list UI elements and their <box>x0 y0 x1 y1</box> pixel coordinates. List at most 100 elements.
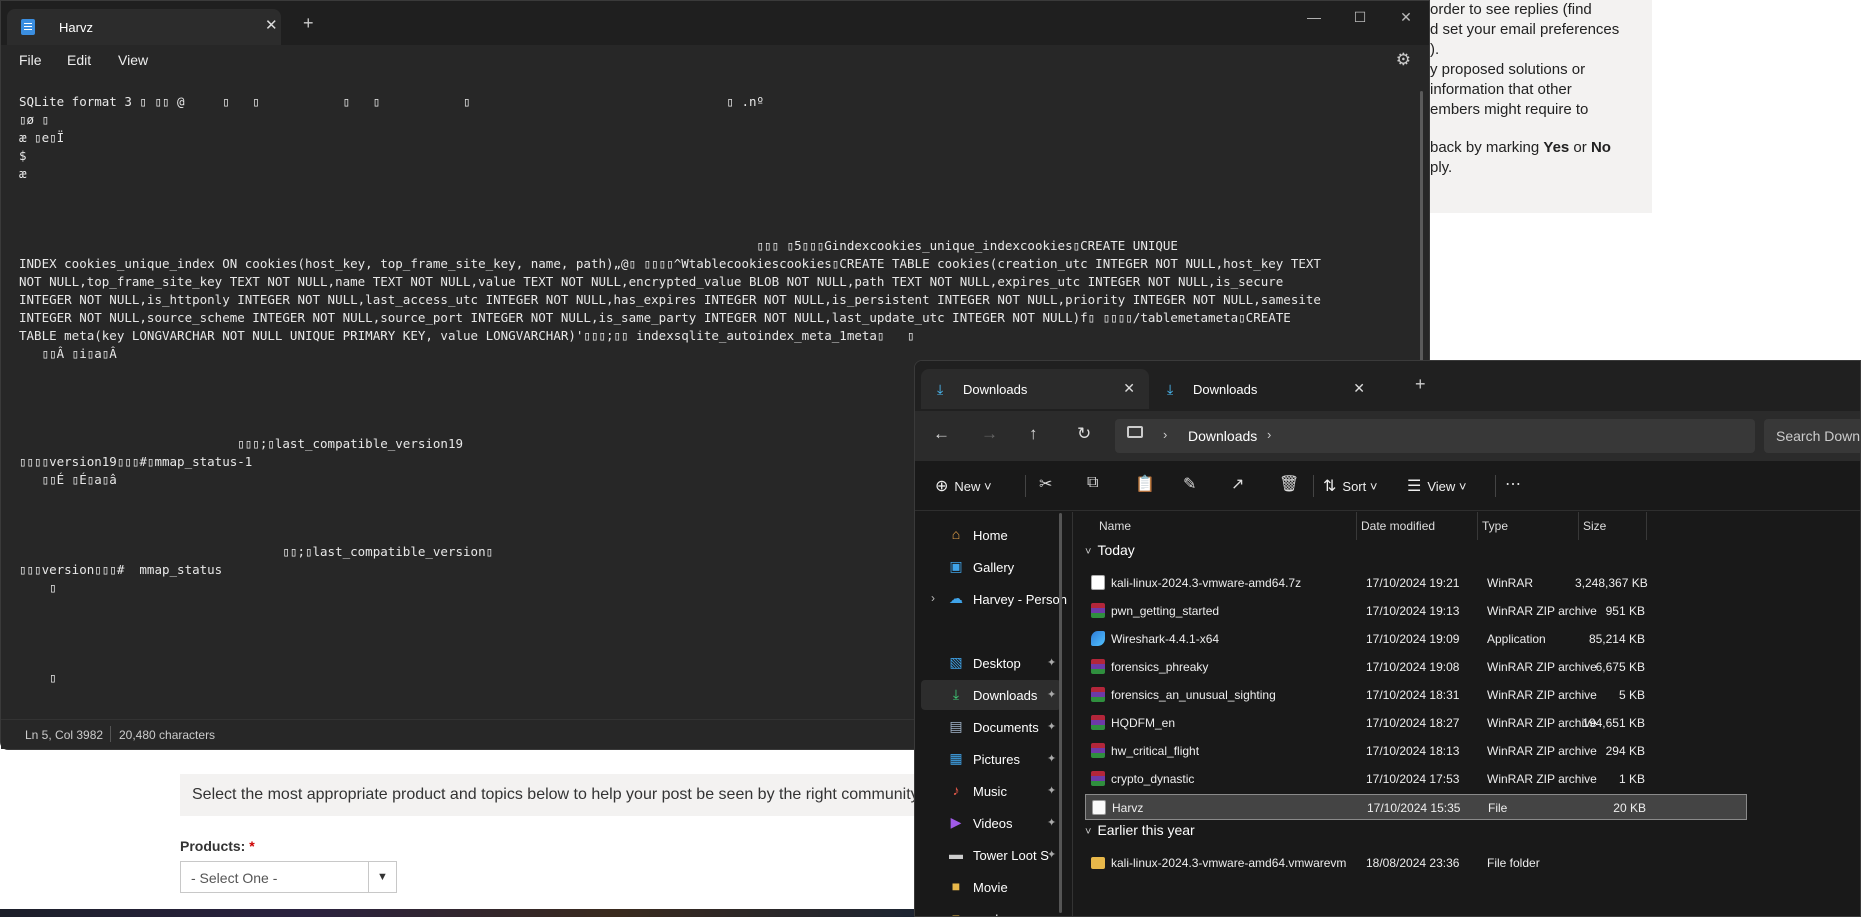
notepad-tab[interactable]: Harvz ✕ <box>7 9 281 45</box>
sidebar-item-label: Desktop <box>973 656 1021 671</box>
new-button[interactable]: ⊕ New ˅ <box>935 476 992 496</box>
column-divider[interactable] <box>1646 512 1647 540</box>
file-name: forensics_an_unusual_sighting <box>1111 688 1276 702</box>
sidebar-item-mods[interactable]: ■ mods <box>921 904 1061 916</box>
close-tab-icon[interactable]: ✕ <box>265 16 278 34</box>
file-row[interactable]: pwn_getting_started 17/10/2024 19:13 WinRA… <box>1085 598 1747 624</box>
group-header[interactable]: ˅ Earlier this year <box>1085 822 1195 838</box>
navigation-pane: ⌂ Home ▣ Gallery › ☁ Harvey - Person ▧ Desktop ✦ ⤓… <box>915 512 1070 916</box>
sidebar-item-desktop[interactable]: ▧ Desktop ✦ <box>921 648 1061 678</box>
copy-icon[interactable]: ⧉ <box>1087 474 1098 492</box>
column-header-type[interactable]: Type <box>1482 519 1508 533</box>
window-controls: — ☐ ✕ <box>1291 1 1429 33</box>
topic-selection-prompt: Select the most appropriate product and … <box>180 774 940 816</box>
sidebar-item-gallery[interactable]: ▣ Gallery <box>921 552 1061 582</box>
file-row[interactable]: crypto_dynastic 17/10/2024 17:53 WinRAR ZI… <box>1085 766 1747 792</box>
drive-icon: ▬ <box>949 846 963 862</box>
sidebar-item-tower-loot-s[interactable]: ▬ Tower Loot S ✦ <box>921 840 1061 870</box>
view-button[interactable]: ☰ View ˅ <box>1407 476 1467 496</box>
refresh-icon[interactable]: ↻ <box>1077 424 1091 444</box>
chevron-down-icon[interactable]: ˅ <box>1085 826 1091 838</box>
settings-gear-icon[interactable]: ⚙ <box>1396 50 1411 70</box>
new-tab-button[interactable]: + <box>1415 375 1426 393</box>
breadcrumb-downloads[interactable]: Downloads <box>1188 428 1257 444</box>
file-file-icon <box>1092 800 1106 815</box>
file-date: 18/08/2024 23:36 <box>1366 856 1460 870</box>
gallery-icon: ▣ <box>949 558 963 574</box>
explorer-tab-downloads-2[interactable]: ⤓ Downloads ✕ <box>1151 369 1379 409</box>
help-text-line: ). <box>1430 41 1440 58</box>
sidebar-item-home[interactable]: ⌂ Home <box>921 520 1061 550</box>
file-size: 3,248,367 KB <box>1575 576 1648 590</box>
explorer-toolbar: ⊕ New ˅ ✂ ⧉ 📋 ✎ ↗ 🗑 ⇅ Sort ˅ ☰ View ˅ ⋯ <box>915 461 1860 511</box>
products-select[interactable]: - Select One - ▼ <box>180 861 397 893</box>
file-name: crypto_dynastic <box>1111 772 1195 786</box>
sidebar-item-label: Downloads <box>973 688 1038 703</box>
column-header-name[interactable]: Name <box>1099 519 1131 533</box>
close-window-icon[interactable]: ✕ <box>1383 1 1429 33</box>
chevron-down-icon[interactable]: ˅ <box>1085 546 1091 558</box>
sidebar-item-label: mods <box>973 912 1005 916</box>
editor-line: TABLE meta(key LONGVARCHAR NOT NULL UNIQ… <box>19 328 915 343</box>
chevron-right-icon[interactable]: › <box>1163 427 1167 442</box>
file-row[interactable]: forensics_an_unusual_sighting 17/10/2024 … <box>1085 682 1747 708</box>
rename-icon[interactable]: ✎ <box>1183 474 1196 494</box>
minimize-icon[interactable]: — <box>1291 1 1337 33</box>
sidebar-item-movie[interactable]: ■ Movie <box>921 872 1061 902</box>
chevron-right-icon[interactable]: › <box>931 591 935 605</box>
more-options-icon[interactable]: ⋯ <box>1505 474 1521 494</box>
chevron-down-icon[interactable]: ▼ <box>368 862 396 892</box>
pin-icon: ✦ <box>1047 817 1057 829</box>
editor-line: NOT NULL,top_frame_site_key TEXT NOT NUL… <box>19 274 1284 289</box>
file-row[interactable]: kali-linux-2024.3-vmware-amd64.vmwarevm 1… <box>1085 850 1747 876</box>
search-input[interactable]: Search Downl <box>1764 419 1860 453</box>
file-row[interactable]: forensics_phreaky 17/10/2024 19:08 WinRAR … <box>1085 654 1747 680</box>
products-label: Products: * <box>180 838 255 854</box>
file-row[interactable]: HQDFM_en 17/10/2024 18:27 WinRAR ZIP archi… <box>1085 710 1747 736</box>
menu-edit[interactable]: Edit <box>67 52 91 68</box>
column-divider[interactable] <box>1477 512 1478 540</box>
file-row[interactable]: hw_critical_flight 17/10/2024 18:13 WinRAR… <box>1085 738 1747 764</box>
explorer-tab-downloads[interactable]: ⤓ Downloads ✕ <box>921 369 1149 409</box>
sidebar-item-documents[interactable]: ▤ Documents ✦ <box>921 712 1061 742</box>
up-arrow-icon[interactable]: ↑ <box>1029 424 1038 444</box>
download-icon: ⤓ <box>952 686 960 702</box>
desktop-icon: ▧ <box>949 654 963 670</box>
editor-line: SQLite format 3 ▯ ▯▯ @ ▯ ▯ ▯ ▯ ▯ ▯ .nº <box>19 94 765 109</box>
pictures-icon: ▦ <box>949 750 963 766</box>
chevron-right-icon[interactable]: › <box>1267 427 1271 442</box>
file-explorer-window: ⤓ Downloads ✕ ⤓ Downloads ✕ + ← → ↑ ↻ › … <box>914 360 1861 917</box>
column-header-size[interactable]: Size <box>1583 519 1606 533</box>
sidebar-item-pictures[interactable]: ▦ Pictures ✦ <box>921 744 1061 774</box>
sidebar-item-videos[interactable]: ▶ Videos ✦ <box>921 808 1061 838</box>
forward-arrow-icon[interactable]: → <box>981 424 998 444</box>
sort-button[interactable]: ⇅ Sort ˅ <box>1323 476 1377 496</box>
new-tab-button[interactable]: + <box>303 14 314 32</box>
address-bar[interactable]: › Downloads › <box>1115 419 1755 453</box>
cut-icon[interactable]: ✂ <box>1039 474 1052 494</box>
share-icon[interactable]: ↗ <box>1231 474 1244 494</box>
file-row[interactable]: Wireshark-4.4.1-x64 17/10/2024 19:09 Appli… <box>1085 626 1747 652</box>
delete-icon[interactable]: 🗑 <box>1279 474 1299 494</box>
navigation-pane-scrollbar[interactable] <box>1059 513 1062 913</box>
maximize-icon[interactable]: ☐ <box>1337 1 1383 33</box>
sidebar-item-music[interactable]: ♪ Music ✦ <box>921 776 1061 806</box>
editor-line: INTEGER NOT NULL,is_httponly INTEGER NOT… <box>19 292 1321 307</box>
close-tab-icon[interactable]: ✕ <box>1123 380 1135 397</box>
column-divider[interactable] <box>1356 512 1357 540</box>
pin-icon: ✦ <box>1047 849 1057 861</box>
file-row[interactable]: kali-linux-2024.3-vmware-amd64.7z 17/10/2… <box>1085 570 1747 596</box>
paste-icon[interactable]: 📋 <box>1135 474 1155 494</box>
file-date: 17/10/2024 18:13 <box>1366 744 1460 758</box>
column-header-date[interactable]: Date modified <box>1361 519 1435 533</box>
close-tab-icon[interactable]: ✕ <box>1353 380 1365 397</box>
menu-file[interactable]: File <box>19 52 42 68</box>
menu-view[interactable]: View <box>118 52 148 68</box>
file-row[interactable]: Harvz 17/10/2024 15:35 File 20 KB <box>1085 794 1747 820</box>
column-divider[interactable] <box>1578 512 1579 540</box>
sidebar-item-harvey-person[interactable]: › ☁ Harvey - Person <box>921 584 1067 614</box>
sidebar-item-label: Tower Loot S <box>973 848 1049 863</box>
group-header[interactable]: ˅ Today <box>1085 542 1135 558</box>
sidebar-item-downloads[interactable]: ⤓ Downloads ✦ <box>921 680 1061 710</box>
back-arrow-icon[interactable]: ← <box>933 424 950 444</box>
